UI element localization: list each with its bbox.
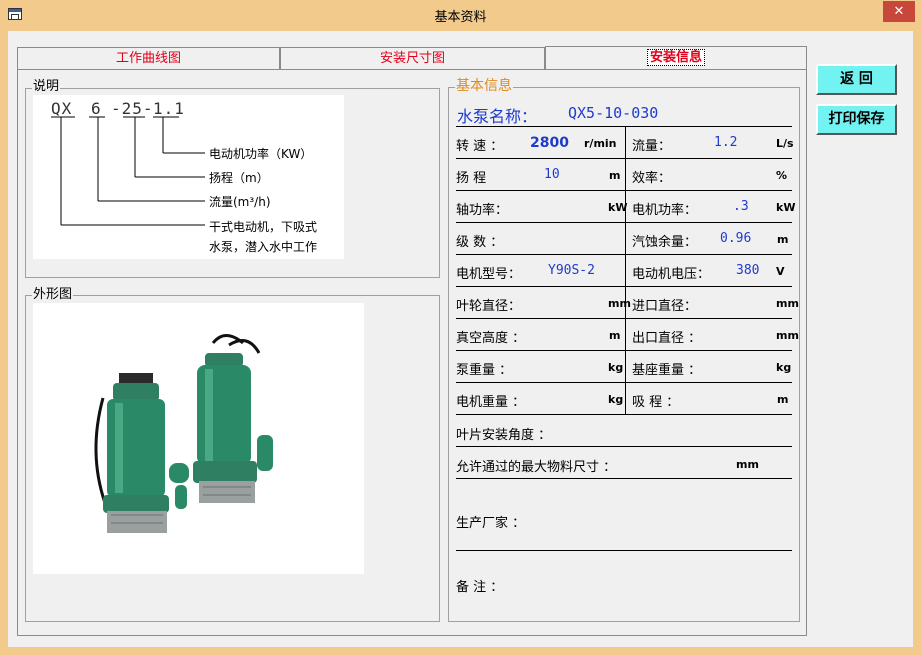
max-size-unit: mm xyxy=(736,458,759,471)
field-unit: V xyxy=(776,265,785,278)
row-divider xyxy=(456,222,792,223)
field-value: 0.96 xyxy=(720,231,752,246)
close-button[interactable]: ✕ xyxy=(883,1,915,22)
field-label: 轴功率： xyxy=(456,203,509,218)
field-label: 基座重量 ： xyxy=(632,363,702,378)
field-value: Y90S-2 xyxy=(548,263,595,278)
row-divider xyxy=(456,350,792,351)
field-unit: mm xyxy=(776,329,799,342)
tab-install-info[interactable]: 安装信息 xyxy=(545,46,807,71)
maker-label: 生产厂家 ： xyxy=(456,516,526,531)
pump-photo xyxy=(33,303,364,574)
field-unit: kg xyxy=(776,361,792,374)
back-button[interactable]: 返 回 xyxy=(816,64,897,95)
field-value: 380 xyxy=(736,263,760,278)
field-unit: m xyxy=(777,393,789,406)
shape-group-label: 外形图 xyxy=(32,287,74,302)
field-unit: m xyxy=(609,329,621,342)
blade-angle-label: 叶片安装角度 ： xyxy=(456,428,552,443)
print-save-button[interactable]: 打印保存 xyxy=(816,104,897,135)
tab-install-dimensions-label: 安装尺寸图 xyxy=(379,51,445,66)
divider-line xyxy=(456,478,792,479)
field-unit: kW xyxy=(776,201,796,214)
info-group xyxy=(448,87,800,622)
field-unit: m xyxy=(777,233,789,246)
tab-install-info-label: 安装信息 xyxy=(646,49,705,66)
field-unit: m xyxy=(609,169,621,182)
field-unit: L/s xyxy=(776,137,794,150)
field-label: 进口直径： xyxy=(632,299,698,314)
description-image: QX 6 -25- 1.1 电动机功率（KW） 扬程（m） 流量(m³/h) 干… xyxy=(33,95,344,259)
description-group-label: 说明 xyxy=(32,79,61,94)
field-label: 效率： xyxy=(632,171,672,186)
field-label: 电机型号： xyxy=(456,267,522,282)
field-label: 转 速 ： xyxy=(456,139,504,154)
info-group-label: 基本信息 xyxy=(455,78,513,94)
pump-illustration xyxy=(94,334,273,533)
row-divider xyxy=(456,254,792,255)
field-label: 电机重量 ： xyxy=(456,395,526,410)
field-unit: kg xyxy=(608,361,624,374)
divider-line xyxy=(456,550,792,551)
legend-motor-type-line1: 干式电动机，下吸式 xyxy=(209,220,318,234)
tab-work-curve[interactable]: 工作曲线图 xyxy=(17,47,280,70)
field-unit: % xyxy=(776,169,788,182)
legend-motor-power: 电动机功率（KW） xyxy=(209,147,313,161)
row-divider xyxy=(456,286,792,287)
row-divider xyxy=(456,190,792,191)
field-unit: r/min xyxy=(584,137,617,150)
legend-head: 扬程（m） xyxy=(209,171,269,185)
field-label: 电动机电压： xyxy=(632,267,711,282)
field-value: 2800 xyxy=(530,135,569,151)
row-divider xyxy=(456,414,792,415)
field-label: 真空高度 ： xyxy=(456,331,526,346)
field-value: .3 xyxy=(733,199,749,214)
field-unit: mm xyxy=(608,297,631,310)
field-label: 扬 程 xyxy=(456,171,487,186)
row-divider xyxy=(456,318,792,319)
row-divider xyxy=(456,158,792,159)
max-size-label: 允许通过的最大物料尺寸 ： xyxy=(456,460,617,475)
legend-flow: 流量(m³/h) xyxy=(209,195,271,209)
legend-motor-type-line2: 水泵，潜入水中工作 xyxy=(209,240,318,254)
field-unit: kg xyxy=(608,393,624,406)
pump-name-value: QX5-10-030 xyxy=(568,104,659,122)
divider-line xyxy=(456,126,792,127)
row-divider xyxy=(456,382,792,383)
field-label: 叶轮直径： xyxy=(456,299,522,314)
field-label: 吸 程 ： xyxy=(632,395,680,410)
field-value: 10 xyxy=(544,167,560,182)
field-label: 流量： xyxy=(632,139,672,154)
pump-name-label: 水泵名称： xyxy=(457,107,538,126)
field-label: 级 数 ： xyxy=(456,235,504,250)
window-title: 基本资料 xyxy=(434,10,487,25)
remark-label: 备 注 ： xyxy=(456,580,504,595)
field-label: 泵重量 ： xyxy=(456,363,513,378)
field-unit: mm xyxy=(776,297,799,310)
tab-work-curve-label: 工作曲线图 xyxy=(115,51,181,66)
field-value: 1.2 xyxy=(714,135,738,150)
tab-install-dimensions[interactable]: 安装尺寸图 xyxy=(280,47,545,70)
column-divider xyxy=(625,126,626,414)
divider-line xyxy=(456,446,792,447)
field-label: 汽蚀余量： xyxy=(632,235,698,250)
field-label: 出口直径 ： xyxy=(632,331,702,346)
field-label: 电机功率： xyxy=(632,203,698,218)
